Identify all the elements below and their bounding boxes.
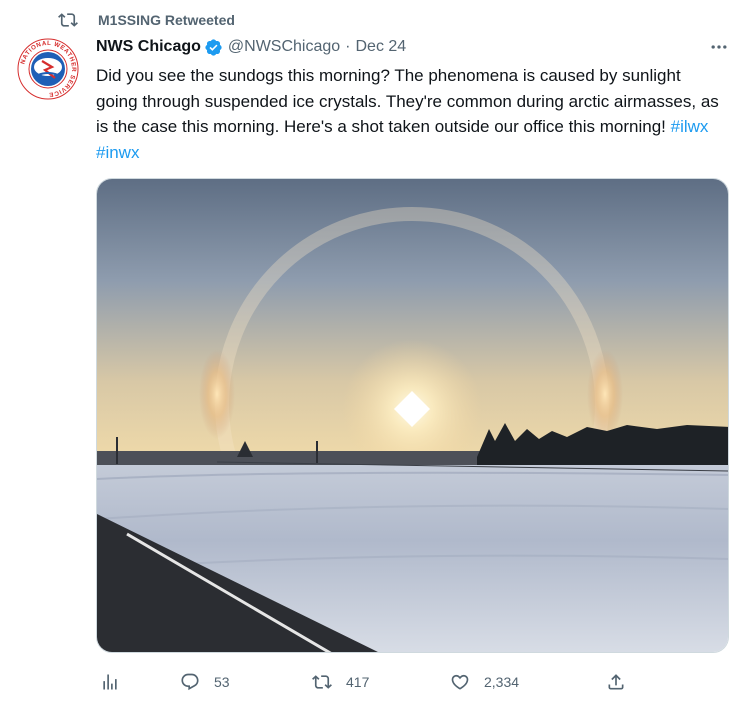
tweet-text: Did you see the sundogs this morning? Th… xyxy=(96,63,726,165)
retweet-indicator[interactable]: M1SSING Retweeted xyxy=(58,10,235,30)
reply-count: 53 xyxy=(214,674,230,690)
analytics-button[interactable] xyxy=(100,670,120,694)
like-count: 2,334 xyxy=(484,674,520,690)
like-button[interactable]: 2,334 xyxy=(450,670,519,694)
hashtag-ilwx[interactable]: #ilwx xyxy=(671,117,709,136)
retweet-button[interactable]: 417 xyxy=(312,670,369,694)
tweet-header: NWS Chicago @NWSChicago · Dec 24 xyxy=(96,36,406,58)
tweet-photo[interactable] xyxy=(96,178,729,653)
reply-icon xyxy=(181,673,199,691)
retweet-icon xyxy=(58,13,78,27)
retweet-count: 417 xyxy=(346,674,370,690)
analytics-icon xyxy=(103,674,117,690)
action-bar: 53 417 2,334 xyxy=(96,670,726,694)
reply-button[interactable]: 53 xyxy=(180,670,230,694)
author-name[interactable]: NWS Chicago xyxy=(96,38,201,56)
tweet-date[interactable]: Dec 24 xyxy=(356,38,407,56)
tweet-body: Did you see the sundogs this morning? Th… xyxy=(96,66,719,136)
header-separator: · xyxy=(345,38,351,55)
more-dots-icon xyxy=(711,45,727,49)
share-button[interactable] xyxy=(606,670,626,694)
sundog-photo-image xyxy=(97,179,728,652)
more-options-button[interactable] xyxy=(704,36,734,58)
national-weather-service-logo: NATIONAL WEATHER SERVICE xyxy=(16,37,80,101)
hashtag-inwx[interactable]: #inwx xyxy=(96,143,139,162)
avatar[interactable]: NATIONAL WEATHER SERVICE xyxy=(16,37,80,101)
retweet-label: M1SSING Retweeted xyxy=(98,12,235,28)
heart-icon xyxy=(451,674,469,690)
verified-badge-icon xyxy=(205,38,222,56)
author-handle[interactable]: @NWSChicago xyxy=(228,38,340,56)
share-icon xyxy=(608,674,624,690)
retweet-icon xyxy=(312,675,332,689)
